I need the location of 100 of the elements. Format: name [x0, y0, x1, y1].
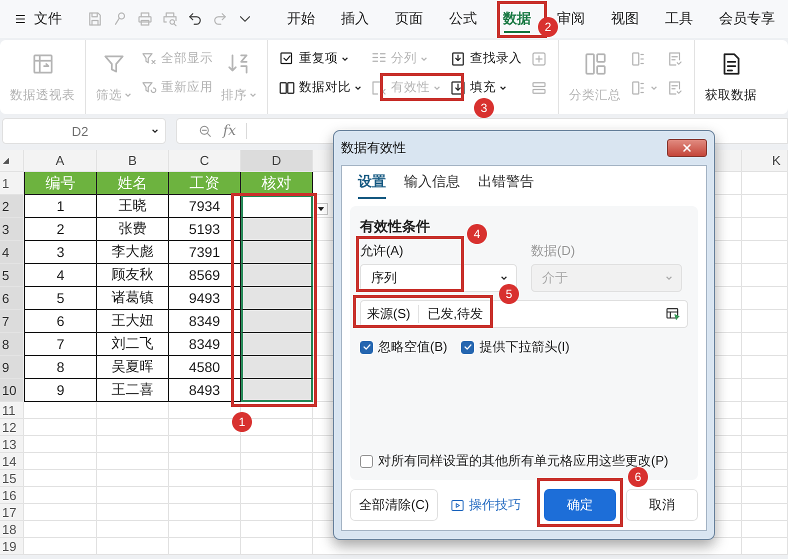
grid-cell: [97, 521, 169, 538]
grid-cell: [97, 538, 169, 555]
selected-cell[interactable]: [241, 333, 313, 356]
row-number[interactable]: 16: [0, 487, 24, 504]
tips-link[interactable]: 操作技巧: [448, 493, 524, 517]
row-number[interactable]: 5: [0, 264, 24, 287]
select-all-corner[interactable]: [0, 150, 24, 172]
row-number[interactable]: 8: [0, 333, 24, 356]
range-picker-icon[interactable]: [665, 306, 681, 322]
row-number[interactable]: 14: [0, 453, 24, 470]
selected-cell[interactable]: [241, 241, 313, 264]
row-number[interactable]: 11: [0, 402, 24, 419]
row-number[interactable]: 2: [0, 195, 24, 218]
table-cell: 7: [24, 333, 97, 356]
column-header[interactable]: K: [742, 150, 788, 172]
fill-button[interactable]: 填充: [449, 78, 522, 98]
row-number[interactable]: 9: [0, 356, 24, 379]
selected-cell[interactable]: [241, 264, 313, 287]
row-number[interactable]: 3: [0, 218, 24, 241]
row-number[interactable]: 4: [0, 241, 24, 264]
selected-cell[interactable]: [241, 287, 313, 310]
row-number[interactable]: 1: [0, 172, 24, 195]
row-number[interactable]: 7: [0, 310, 24, 333]
section-title: 有效性条件: [360, 218, 430, 236]
selected-cell[interactable]: [241, 310, 313, 333]
grid-cell: [97, 436, 169, 453]
column-header[interactable]: A: [24, 150, 97, 172]
field-label: 数据(D): [531, 242, 576, 260]
checkbox[interactable]: 忽略空值(B): [360, 338, 448, 356]
ribbon-tab[interactable]: 开始: [284, 5, 318, 33]
column-header[interactable]: D: [241, 150, 313, 172]
selected-cell[interactable]: [241, 379, 313, 402]
caret-icon: [433, 84, 441, 92]
table-cell: 4: [24, 264, 97, 287]
source-field[interactable]: 来源(S) 已发,待发: [360, 300, 688, 328]
grid-cell: [169, 436, 241, 453]
checkbox[interactable]: 提供下拉箭头(I): [461, 338, 570, 356]
column-header[interactable]: C: [169, 150, 241, 172]
zoom-out-icon: [197, 123, 213, 139]
dialog-title: 数据有效性: [341, 139, 406, 157]
checkbox[interactable]: 对所有同样设置的其他所有单元格应用这些更改(P): [360, 452, 668, 470]
grid-cell: [97, 487, 169, 504]
caret-icon: [124, 91, 132, 99]
ribbon-tab[interactable]: 工具: [662, 5, 696, 33]
get-data-button[interactable]: 获取数据: [705, 40, 757, 114]
dialog-tab[interactable]: 输入信息: [404, 167, 460, 199]
compare-button[interactable]: 数据对比: [278, 78, 362, 98]
menu-icon: [14, 12, 28, 26]
table-cell: 王大妞: [97, 310, 169, 333]
check-icon: [462, 342, 473, 352]
table-cell: 王二喜: [97, 379, 169, 402]
table-cell: 张费: [97, 218, 169, 241]
grid-cell: [169, 470, 241, 487]
row-number[interactable]: 17: [0, 504, 24, 521]
row-number[interactable]: 19: [0, 538, 24, 555]
dialog-button[interactable]: 全部清除(C): [350, 489, 438, 521]
dialog-tab[interactable]: 出错警告: [478, 167, 534, 199]
ribbon-tab[interactable]: 页面: [392, 5, 426, 33]
row-number[interactable]: 13: [0, 436, 24, 453]
row-number[interactable]: 10: [0, 379, 24, 402]
table-cell: 3: [24, 241, 97, 264]
caret-icon: [650, 84, 658, 92]
close-button[interactable]: [667, 139, 707, 157]
dialog-tab[interactable]: 设置: [358, 167, 386, 199]
field-label: 允许(A): [360, 242, 404, 260]
ribbon-tab[interactable]: 会员专享: [716, 5, 778, 33]
undo-icon[interactable]: [186, 10, 204, 28]
chevron-down-icon: [151, 127, 159, 135]
row-number[interactable]: 6: [0, 287, 24, 310]
chevron-down-icon: [500, 274, 508, 282]
grid-cell: [742, 538, 788, 555]
duplicates-button[interactable]: 重复项: [278, 48, 362, 68]
caret-icon: [420, 54, 428, 62]
selected-cell[interactable]: [241, 218, 313, 241]
ribbon-tab[interactable]: 视图: [608, 5, 642, 33]
fill-icon: [449, 78, 467, 96]
row-number[interactable]: 18: [0, 521, 24, 538]
validation-icon: [370, 78, 388, 96]
caret-icon: [341, 54, 349, 62]
ribbon-tab[interactable]: 插入: [338, 5, 372, 33]
function-label[interactable]: fx: [223, 123, 236, 139]
file-menu-button[interactable]: 文件: [10, 4, 66, 34]
ribbon-tab[interactable]: 数据: [500, 5, 534, 33]
table-cell: 吴夏晖: [97, 356, 169, 379]
row-number[interactable]: 15: [0, 470, 24, 487]
table-cell: 王晓: [97, 195, 169, 218]
ribbon-tab[interactable]: 公式: [446, 5, 480, 33]
table-cell: 刘二飞: [97, 333, 169, 356]
grid-cell: [97, 419, 169, 436]
selected-cell[interactable]: [241, 195, 313, 218]
table-cell: 诸葛镇: [97, 287, 169, 310]
find-entry-button[interactable]: 查找录入: [449, 48, 522, 68]
dialog-button[interactable]: 取消: [626, 489, 698, 521]
ok-button[interactable]: 确定: [544, 489, 616, 521]
name-box[interactable]: D2: [2, 118, 166, 144]
grid-cell: [97, 470, 169, 487]
row-number[interactable]: 12: [0, 419, 24, 436]
column-header[interactable]: B: [97, 150, 169, 172]
selected-cell[interactable]: [241, 356, 313, 379]
table-cell: 顾友秋: [97, 264, 169, 287]
